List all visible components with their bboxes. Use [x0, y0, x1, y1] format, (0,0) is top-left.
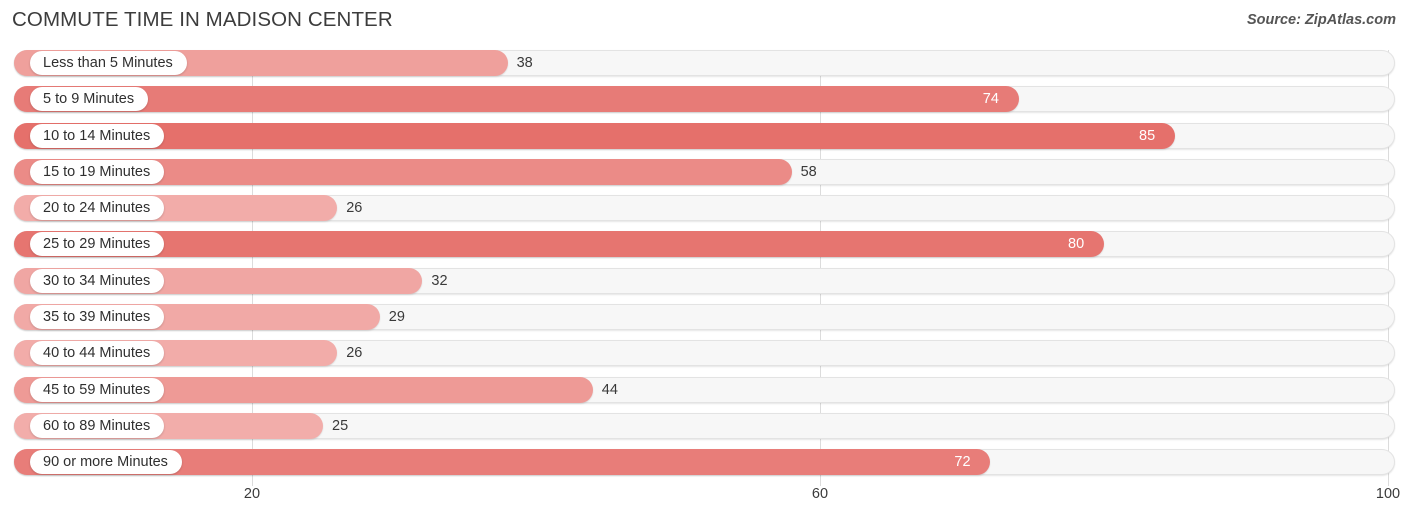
bar-category-label: 5 to 9 Minutes [30, 87, 149, 112]
bar-fill[interactable] [14, 122, 1175, 149]
bar-value-label: 72 [954, 454, 971, 471]
bar-value-label: 26 [346, 345, 363, 362]
bar-category-label: 20 to 24 Minutes [30, 196, 165, 221]
plot-area: Less than 5 Minutes 38 5 to 9 Minutes 74 10 … [0, 50, 1406, 486]
x-tick-label-60: 60 [811, 486, 829, 502]
bar-category-label: 25 to 29 Minutes [30, 232, 165, 257]
bar-row[interactable]: Less than 5 Minutes 38 [0, 50, 1406, 76]
bar-row[interactable]: 40 to 44 Minutes 26 [0, 340, 1406, 367]
bar-category-label: 10 to 14 Minutes [30, 123, 165, 148]
bar-category-label: 60 to 89 Minutes [30, 413, 165, 438]
page-title: COMMUTE TIME IN MADISON CENTER [12, 8, 393, 31]
bar-value-label: 80 [1068, 236, 1085, 253]
bar-rows: Less than 5 Minutes 38 5 to 9 Minutes 74 10 … [0, 50, 1406, 486]
chart-container: COMMUTE TIME IN MADISON CENTER Source: Z… [0, 0, 1406, 522]
bar-row[interactable]: 35 to 39 Minutes 29 [0, 304, 1406, 331]
bar-fill[interactable] [14, 86, 1019, 113]
x-axis: 20 60 100 [0, 486, 1406, 522]
bar-row[interactable]: 25 to 29 Minutes 80 [0, 231, 1406, 258]
bar-value-label: 32 [431, 272, 448, 289]
bar-row[interactable]: 15 to 19 Minutes 58 [0, 158, 1406, 185]
bar-category-label: 35 to 39 Minutes [30, 305, 165, 330]
bar-category-label: 90 or more Minutes [30, 450, 182, 475]
bar-row[interactable]: 90 or more Minutes 72 [0, 449, 1406, 476]
x-tick-label-20: 20 [243, 486, 261, 502]
bar-row[interactable]: 10 to 14 Minutes 85 [0, 122, 1406, 149]
bar-value-label: 58 [800, 163, 817, 180]
bar-fill[interactable] [14, 231, 1104, 258]
bar-row[interactable]: 5 to 9 Minutes 74 [0, 86, 1406, 113]
bar-value-label: 85 [1139, 127, 1156, 144]
bar-row[interactable]: 20 to 24 Minutes 26 [0, 195, 1406, 222]
bar-row[interactable]: 30 to 34 Minutes 32 [0, 267, 1406, 294]
bar-value-label: 29 [388, 309, 405, 326]
bar-row[interactable]: 60 to 89 Minutes 25 [0, 412, 1406, 439]
bar-value-label: 74 [982, 91, 999, 108]
bar-value-label: 38 [516, 55, 533, 71]
bar-value-label: 26 [346, 200, 363, 217]
bar-value-label: 25 [332, 417, 349, 434]
bar-category-label: Less than 5 Minutes [30, 51, 187, 75]
bar-category-label: 15 to 19 Minutes [30, 159, 165, 184]
bar-category-label: 40 to 44 Minutes [30, 341, 165, 366]
bar-value-label: 44 [601, 381, 618, 398]
bar-category-label: 30 to 34 Minutes [30, 268, 165, 293]
bar-category-label: 45 to 59 Minutes [30, 377, 165, 402]
source-attribution: Source: ZipAtlas.com [1246, 12, 1396, 28]
bar-row[interactable]: 45 to 59 Minutes 44 [0, 376, 1406, 403]
x-tick-label-100: 100 [1375, 486, 1401, 502]
